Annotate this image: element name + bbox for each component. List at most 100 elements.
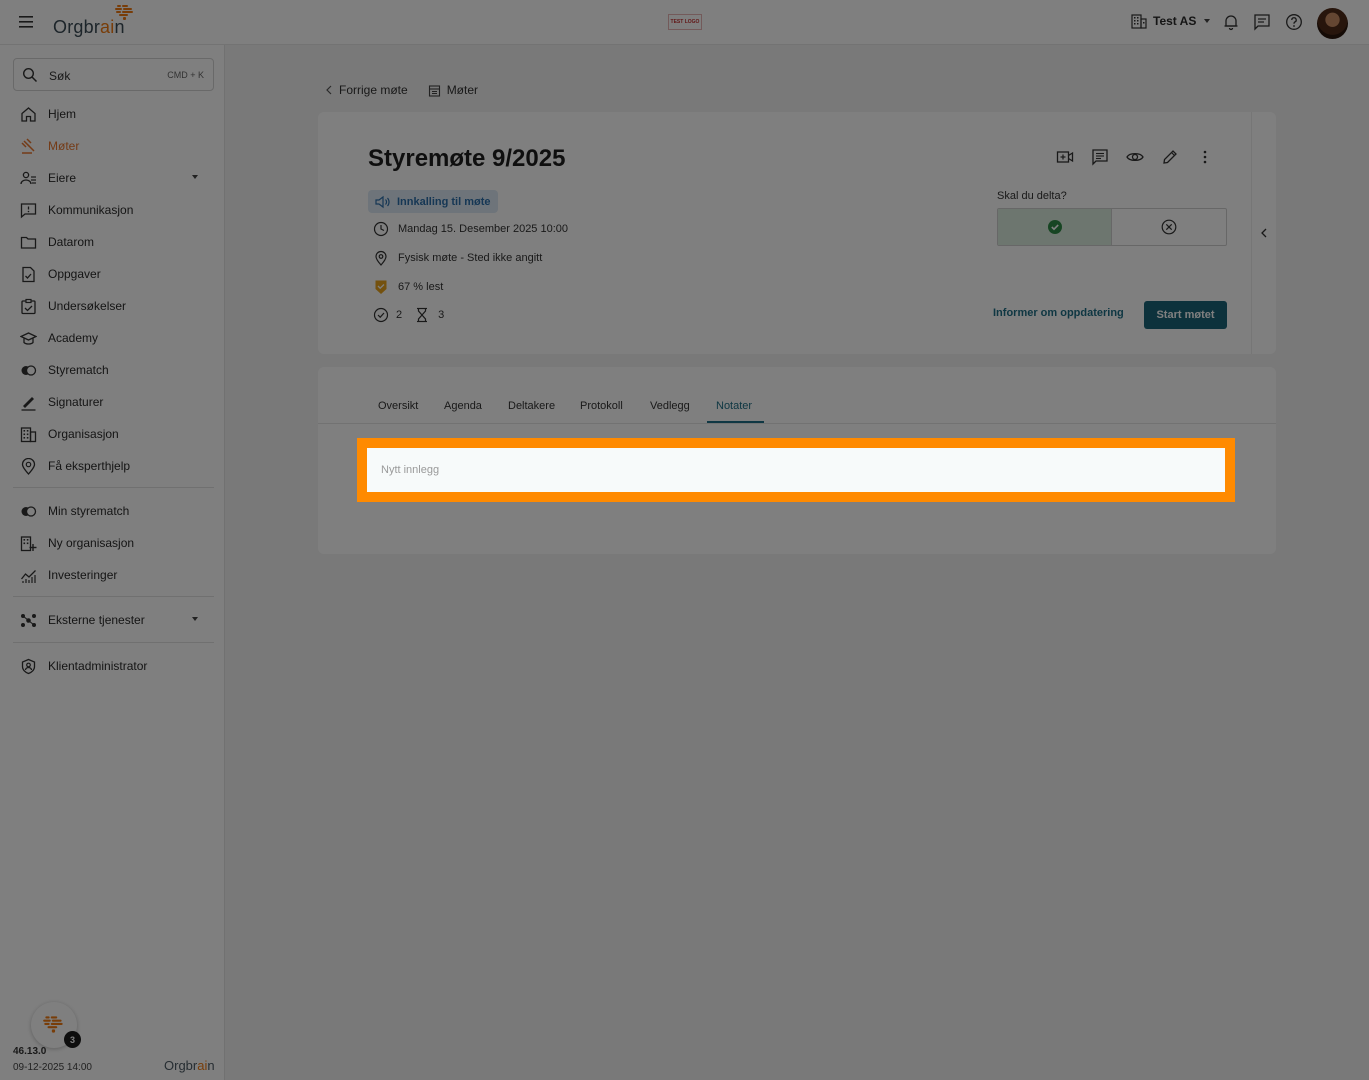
tab-oversikt[interactable]: Oversikt bbox=[378, 400, 418, 412]
sidebar-item-label: Min styrematch bbox=[48, 504, 130, 518]
chevron-down-icon bbox=[192, 617, 198, 621]
search-label: Søk bbox=[49, 69, 71, 83]
sidebar-item-label: Eksterne tjenester bbox=[48, 613, 145, 627]
folder-icon bbox=[20, 236, 37, 249]
status-badge: Innkalling til møte bbox=[368, 190, 498, 213]
tab-vedlegg[interactable]: Vedlegg bbox=[650, 400, 690, 412]
brand-logo[interactable]: Orgbrain bbox=[53, 5, 133, 38]
app-version-date: 09-12-2025 14:00 bbox=[13, 1062, 92, 1073]
external-icon bbox=[21, 613, 36, 627]
meeting-location: Fysisk møte - Sted ikke angitt bbox=[373, 249, 542, 267]
eye-icon[interactable] bbox=[1126, 148, 1144, 166]
search-box[interactable]: Søk CMD + K bbox=[13, 58, 214, 91]
tab-deltakere[interactable]: Deltakere bbox=[508, 400, 555, 412]
sidebar-item-eksperthjelp[interactable]: Få eksperthjelp bbox=[20, 456, 206, 476]
sidebar-item-min-styrematch[interactable]: Min styrematch bbox=[20, 501, 206, 521]
sidebar-item-label: Investeringer bbox=[48, 568, 118, 582]
help-icon[interactable] bbox=[1285, 13, 1303, 31]
edit-icon[interactable] bbox=[1161, 148, 1179, 166]
signature-icon bbox=[21, 396, 36, 411]
search-shortcut: CMD + K bbox=[167, 70, 204, 80]
message-icon bbox=[20, 202, 37, 218]
avatar[interactable] bbox=[1317, 8, 1348, 39]
org-switcher[interactable]: Test AS bbox=[1131, 13, 1211, 29]
sidebar-item-undersokelser[interactable]: Undersøkelser bbox=[20, 296, 206, 316]
sidebar-divider bbox=[13, 487, 214, 488]
chevron-down-icon bbox=[192, 175, 198, 179]
bell-icon[interactable] bbox=[1222, 13, 1240, 31]
sidebar-item-label: Signaturer bbox=[48, 395, 104, 409]
match-icon bbox=[21, 505, 37, 517]
attend-yes-button[interactable] bbox=[998, 209, 1112, 245]
sidebar-item-klientadministrator[interactable]: Klientadministrator bbox=[20, 656, 206, 676]
page-title: Styremøte 9/2025 bbox=[368, 145, 566, 172]
expert-icon bbox=[21, 457, 36, 475]
sidebar-item-eiere[interactable]: Eiere bbox=[20, 168, 206, 188]
attend-no-button[interactable] bbox=[1112, 209, 1226, 245]
sidebar-item-label: Eiere bbox=[48, 171, 77, 185]
brain-logo-icon bbox=[43, 1016, 63, 1033]
home-icon bbox=[21, 106, 36, 122]
accepted-count: 2 bbox=[396, 309, 403, 321]
video-call-icon[interactable] bbox=[1056, 148, 1074, 166]
sidebar-item-moter[interactable]: Møter bbox=[20, 136, 206, 156]
clock-icon bbox=[373, 221, 389, 237]
building-icon bbox=[1131, 14, 1147, 29]
sidebar-item-label: Undersøkelser bbox=[48, 299, 127, 313]
chat-icon[interactable] bbox=[1253, 13, 1271, 31]
close-circle-icon bbox=[1161, 219, 1177, 235]
brain-logo-icon bbox=[113, 4, 137, 25]
more-vertical-icon[interactable] bbox=[1196, 148, 1214, 166]
app-version: 46.13.0 bbox=[13, 1046, 47, 1057]
status-label: Innkalling til møte bbox=[397, 195, 491, 208]
sidebar-item-hjem[interactable]: Hjem bbox=[20, 104, 206, 124]
sidebar-item-ny-organisasjon[interactable]: Ny organisasjon bbox=[20, 533, 206, 553]
sidebar-item-styrematch[interactable]: Styrematch bbox=[20, 360, 206, 380]
tab-bar: Oversikt Agenda Deltakere Protokoll Vedl… bbox=[318, 367, 1276, 424]
sidebar-item-datarom[interactable]: Datarom bbox=[20, 232, 206, 252]
chevron-left-icon bbox=[326, 85, 332, 95]
org-name: Test AS bbox=[1153, 14, 1197, 28]
sidebar-item-label: Møter bbox=[48, 139, 80, 153]
sidebar-item-label: Styrematch bbox=[48, 363, 109, 377]
meeting-responses: 2 3 bbox=[373, 306, 444, 324]
sidebar-item-organisasjon[interactable]: Organisasjon bbox=[20, 424, 206, 444]
sidebar-item-signaturer[interactable]: Signaturer bbox=[20, 392, 206, 412]
match-icon bbox=[21, 364, 37, 376]
tab-protokoll[interactable]: Protokoll bbox=[580, 400, 623, 412]
check-circle-icon bbox=[373, 307, 389, 323]
sidebar-divider bbox=[13, 596, 214, 597]
sidebar-item-label: Klientadministrator bbox=[48, 659, 148, 673]
megaphone-icon bbox=[375, 195, 390, 208]
sidebar-item-label: Kommunikasjon bbox=[48, 203, 134, 217]
previous-meeting-link[interactable]: Forrige møte bbox=[339, 83, 408, 97]
tasks-icon bbox=[22, 266, 35, 282]
start-meeting-button[interactable]: Start møtet bbox=[1144, 301, 1227, 329]
sidebar-item-label: Oppgaver bbox=[48, 267, 101, 281]
survey-icon bbox=[21, 298, 36, 314]
meetings-link[interactable]: Møter bbox=[447, 83, 478, 97]
new-building-icon bbox=[20, 535, 37, 551]
academy-icon bbox=[20, 331, 37, 345]
owners-icon bbox=[20, 171, 36, 184]
inform-update-button[interactable]: Informer om oppdatering bbox=[993, 307, 1124, 319]
tab-agenda[interactable]: Agenda bbox=[444, 400, 482, 412]
sidebar-item-oppgaver[interactable]: Oppgaver bbox=[20, 264, 206, 284]
sidebar-item-academy[interactable]: Academy bbox=[20, 328, 206, 348]
footer-brand: Orgbrain bbox=[164, 1058, 215, 1073]
collapse-panel-button[interactable] bbox=[1251, 112, 1276, 354]
menu-icon[interactable] bbox=[18, 13, 38, 31]
admin-shield-icon bbox=[21, 658, 36, 674]
sidebar-item-eksterne-tjenester[interactable]: Eksterne tjenester bbox=[20, 610, 206, 630]
breadcrumb: Forrige møte Møter bbox=[325, 83, 478, 97]
active-tab-indicator bbox=[707, 421, 764, 423]
new-post-input[interactable] bbox=[367, 448, 1225, 492]
sidebar-item-label: Organisasjon bbox=[48, 427, 119, 441]
gavel-icon bbox=[21, 137, 35, 154]
investments-icon bbox=[20, 569, 36, 583]
comment-icon[interactable] bbox=[1091, 148, 1109, 166]
sidebar-item-investeringer[interactable]: Investeringer bbox=[20, 565, 206, 585]
sidebar-item-kommunikasjon[interactable]: Kommunikasjon bbox=[20, 200, 206, 220]
tab-notater[interactable]: Notater bbox=[716, 400, 752, 412]
sidebar-item-label: Datarom bbox=[48, 235, 95, 249]
